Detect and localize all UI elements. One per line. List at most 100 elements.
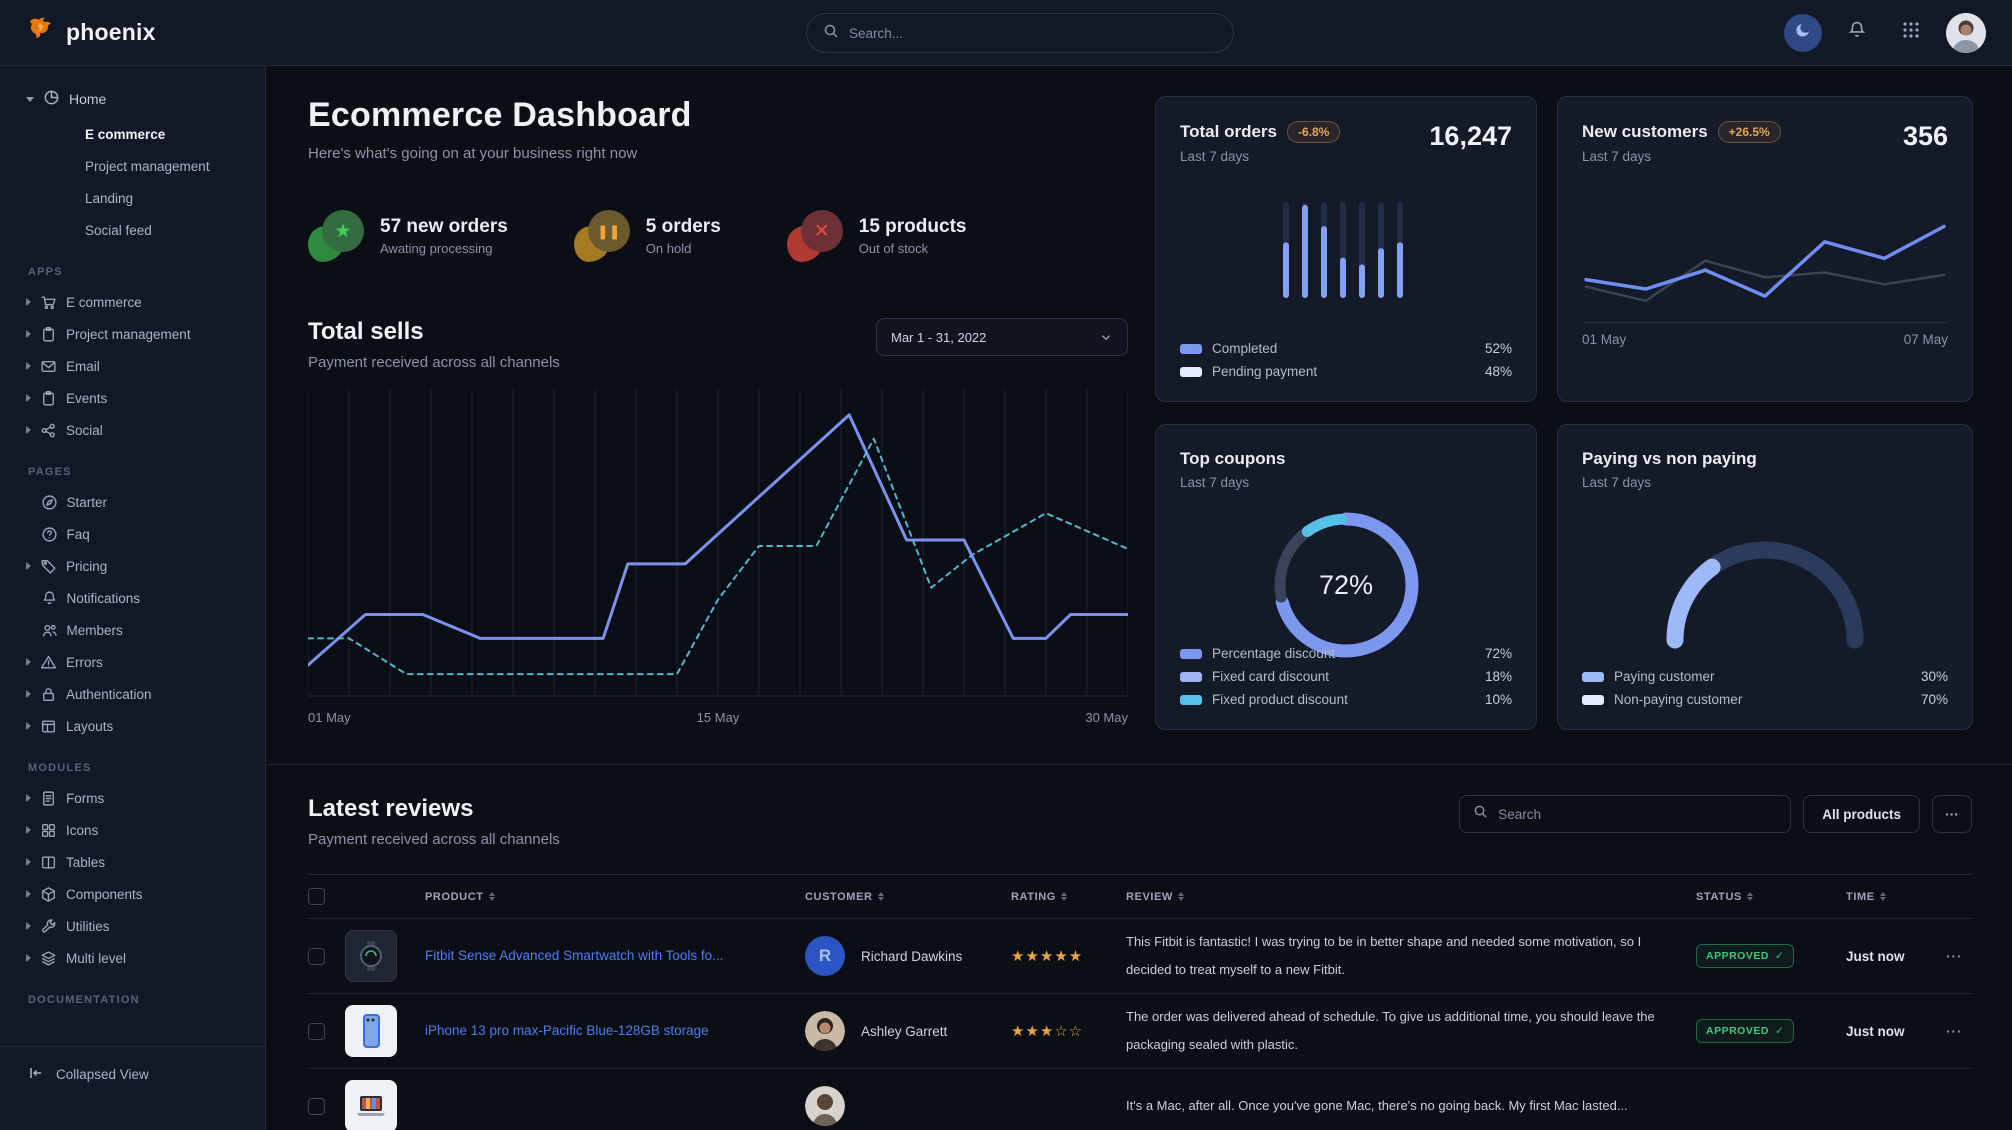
stat-sub: Out of stock [859,241,967,256]
notifications-button[interactable] [1838,14,1876,52]
brand-name: phoenix [66,19,156,46]
reviews-search-input[interactable] [1498,807,1777,822]
lock-icon [40,686,57,703]
caret-right-icon [26,922,31,930]
status-badge: APPROVED✓ [1696,1019,1794,1043]
product-thumbnail-smartwatch[interactable] [345,930,397,982]
card-title: Total orders [1180,122,1277,142]
section-label-apps: APPS [28,266,265,278]
column-customer[interactable]: CUSTOMER [805,891,1011,903]
stat-out-of-stock: ✕ 15 products Out of stock [787,210,967,262]
caret-down-icon [26,97,34,102]
global-search[interactable] [806,13,1234,53]
trend-badge: -6.8% [1287,121,1340,143]
caret-right-icon [26,722,31,730]
sidebar-item-members[interactable]: Members [0,614,265,646]
more-options-button[interactable]: ··· [1932,795,1972,833]
total-sells-title: Total sells [308,318,560,346]
all-products-button[interactable]: All products [1803,795,1920,833]
reviews-table: PRODUCT CUSTOMER RATING REVIEW STATUS TI… [308,874,1972,1130]
theme-toggle-button[interactable] [1784,14,1822,52]
sidebar-item-components[interactable]: Components [0,878,265,910]
column-time[interactable]: TIME [1846,891,1946,903]
sidebar-item-email[interactable]: Email [0,350,265,382]
caret-right-icon [26,330,31,338]
card-title: Top coupons [1180,449,1512,469]
legend-item: Fixed card discount18% [1180,665,1512,688]
product-thumbnail-iphone[interactable] [345,1005,397,1057]
x-icon: ✕ [787,210,843,262]
sidebar-item-landing[interactable]: Landing [0,182,265,214]
sidebar-item-errors[interactable]: Errors [0,646,265,678]
customer-avatar[interactable]: R [805,936,845,976]
table-header: PRODUCT CUSTOMER RATING REVIEW STATUS TI… [308,874,1972,918]
caret-right-icon [26,794,31,802]
sidebar-item-notifications[interactable]: Notifications [0,582,265,614]
user-avatar[interactable] [1946,13,1986,53]
calendar-icon [40,390,57,407]
column-review[interactable]: REVIEW [1126,891,1696,903]
row-menu-button[interactable]: ··· [1946,1024,1972,1039]
customer-avatar[interactable] [805,1086,845,1126]
product-link[interactable]: Fitbit Sense Advanced Smartwatch with To… [425,947,805,965]
paying-card: Paying vs non paying Last 7 days Paying … [1557,424,1973,730]
sidebar-home-label: Home [69,91,106,107]
table-row: Fitbit Sense Advanced Smartwatch with To… [308,918,1972,993]
column-product[interactable]: PRODUCT [425,891,805,903]
brand[interactable]: phoenix [26,15,156,50]
sidebar-item-social[interactable]: Social [0,414,265,446]
sidebar-item-pricing[interactable]: Pricing [0,550,265,582]
row-checkbox[interactable] [308,948,325,965]
total-orders-card: Total orders -6.8% Last 7 days 16,247 Co… [1155,96,1537,402]
row-checkbox[interactable] [308,1098,325,1115]
page-title: Ecommerce Dashboard [308,96,1128,135]
caret-right-icon [26,298,31,306]
select-all-checkbox[interactable] [308,888,325,905]
total-sells-chart: 01 May 15 May 30 May [308,385,1128,725]
row-checkbox[interactable] [308,1023,325,1040]
sidebar-item-events[interactable]: Events [0,382,265,414]
sidebar-item-social-feed[interactable]: Social feed [0,214,265,246]
sidebar-item-faq[interactable]: Faq [0,518,265,550]
sidebar-item-starter[interactable]: Starter [0,486,265,518]
sort-icon [1061,892,1067,901]
row-menu-button[interactable]: ··· [1946,949,1972,964]
column-rating[interactable]: RATING [1011,891,1126,903]
sidebar-item-project-management[interactable]: Project management [0,150,265,182]
sort-icon [878,892,884,901]
sidebar-item-tables[interactable]: Tables [0,846,265,878]
product-thumbnail-macbook[interactable] [345,1080,397,1130]
sidebar-item-e-commerce[interactable]: E commerce [0,118,265,150]
search-input[interactable] [849,26,1217,41]
legend-item: Non-paying customer70% [1582,688,1948,711]
sidebar-item-home[interactable]: Home [0,80,265,118]
sidebar-item-authentication[interactable]: Authentication [0,678,265,710]
x-tick: 07 May [1904,332,1948,347]
star-icon: ★ [308,210,364,262]
check-icon: ✓ [1775,950,1784,962]
stat-title: 57 new orders [380,216,508,238]
collapse-sidebar-button[interactable]: Collapsed View [28,1065,265,1084]
reviews-search[interactable] [1459,795,1791,833]
sidebar-item-icons[interactable]: Icons [0,814,265,846]
column-status[interactable]: STATUS [1696,891,1846,903]
sidebar-item-project-management[interactable]: Project management [0,318,265,350]
compass-icon [41,494,58,511]
paying-gauge-chart [1582,524,1948,650]
card-period: Last 7 days [1180,475,1512,490]
date-range-select[interactable]: Mar 1 - 31, 2022 [876,318,1128,356]
apps-menu-button[interactable] [1892,14,1930,52]
sidebar-item-e-commerce[interactable]: E commerce [0,286,265,318]
sidebar-item-layouts[interactable]: Layouts [0,710,265,742]
apps-grid-icon [1902,21,1920,44]
sidebar-item-utilities[interactable]: Utilities [0,910,265,942]
search-icon [1473,804,1488,824]
reviews-title: Latest reviews [308,795,560,823]
card-period: Last 7 days [1582,475,1948,490]
product-link[interactable]: iPhone 13 pro max-Pacific Blue-128GB sto… [425,1022,805,1040]
customer-avatar[interactable] [805,1011,845,1051]
stat-title: 15 products [859,216,967,238]
sidebar-item-multi-level[interactable]: Multi level [0,942,265,974]
sidebar-item-forms[interactable]: Forms [0,782,265,814]
caret-right-icon [26,394,31,402]
